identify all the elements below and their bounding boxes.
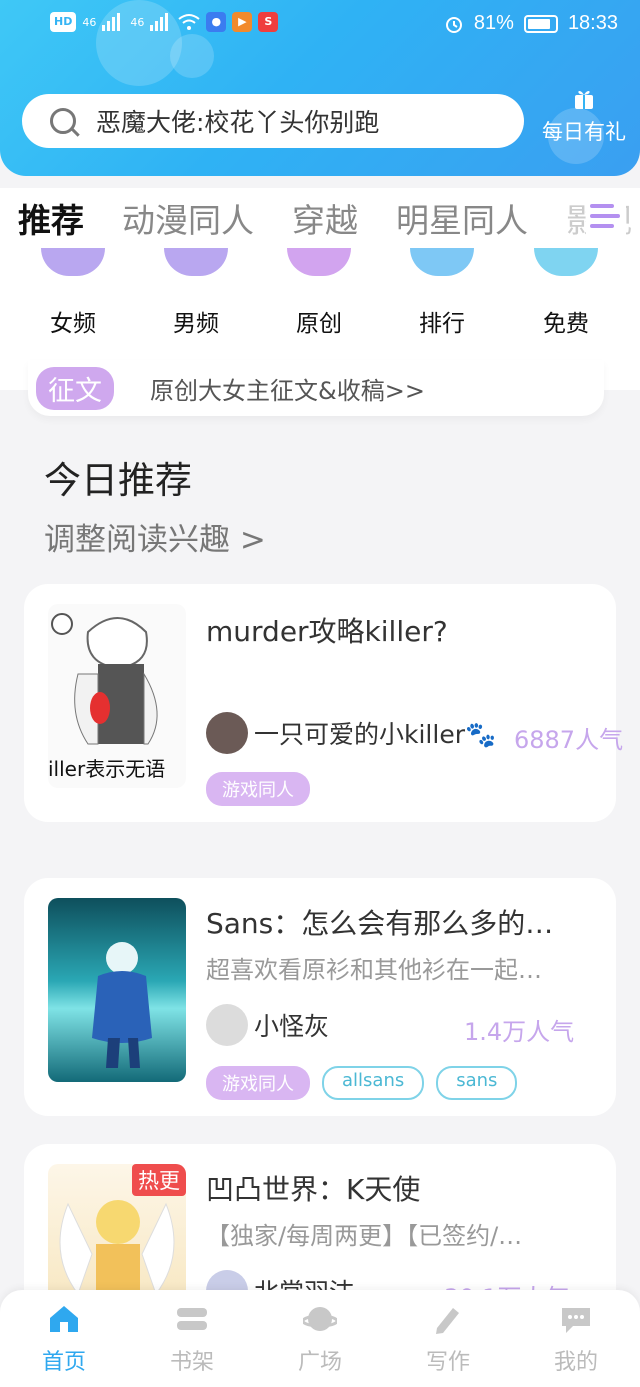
nav-label: 书架 xyxy=(169,1350,214,1375)
book-desc: 超喜欢看原衫和其他衫在一起… xyxy=(206,956,542,984)
tab-anime[interactable]: 动漫同人 xyxy=(122,194,254,242)
cover-illustration xyxy=(92,942,152,1068)
nav-label: 写作 xyxy=(425,1350,470,1375)
book-cover: iller表示无语 xyxy=(48,604,186,788)
nav-home[interactable]: 首页 xyxy=(14,1302,114,1376)
planet-icon xyxy=(303,1307,337,1331)
book-title: 凹凸世界：K天使 xyxy=(206,1173,421,1206)
author-name: 一只可爱的小killer🐾 xyxy=(254,720,497,749)
cover-caption: iller表示无语 xyxy=(48,757,166,781)
popularity: 1.4万人气 xyxy=(464,1018,575,1046)
tab-time-travel[interactable]: 穿越 xyxy=(292,194,358,242)
nav-bookshelf[interactable]: 书架 xyxy=(142,1302,242,1376)
tag[interactable]: 游戏同人 xyxy=(206,1066,310,1100)
category-label: 原创 xyxy=(296,311,342,337)
daily-gift-button[interactable]: 每日有礼 xyxy=(536,86,632,146)
nav-label: 广场 xyxy=(297,1350,342,1375)
home-icon xyxy=(50,1306,78,1332)
header: HD 46 46 ● ▶ S 81% 18:33 恶魔大佬:校花丫头你别跑 每日… xyxy=(0,0,640,176)
hot-update-badge: 热更 xyxy=(132,1164,186,1196)
section-title: 今日推荐 xyxy=(44,459,192,502)
category-original[interactable]: 原创 xyxy=(274,248,364,338)
search-icon xyxy=(50,108,76,134)
video-app-icon: ▶ xyxy=(232,12,253,32)
hd-badge: HD xyxy=(50,12,77,32)
category-label: 免费 xyxy=(543,311,589,337)
book-author[interactable]: 一只可爱的小killer🐾 xyxy=(206,712,496,754)
signal-icon xyxy=(102,13,121,31)
book-author[interactable]: 小怪灰 xyxy=(206,1004,329,1046)
pen-icon xyxy=(436,1308,459,1334)
tab-celebrity[interactable]: 明星同人 xyxy=(396,194,528,242)
nav-label: 我的 xyxy=(553,1350,598,1375)
category-label: 排行 xyxy=(419,311,465,337)
nav-mine[interactable]: 我的 xyxy=(526,1302,626,1376)
store-app-icon: S xyxy=(258,12,279,32)
category-ranking[interactable]: 排行 xyxy=(397,248,487,338)
search-placeholder: 恶魔大佬:校花丫头你别跑 xyxy=(96,108,380,137)
book-tags: 游戏同人 allsans sans xyxy=(206,1066,518,1100)
category-female[interactable]: 女频 xyxy=(28,248,118,338)
clock: 18:33 xyxy=(567,12,618,34)
category-tabs: 推荐 动漫同人 穿越 明星同人 影视 xyxy=(0,188,640,248)
contest-banner[interactable]: 征文 原创大女主征文&收稿>> xyxy=(28,360,604,416)
ranking-icon xyxy=(410,248,474,276)
search-bar[interactable]: 恶魔大佬:校花丫头你别跑 xyxy=(22,94,524,148)
wifi-icon xyxy=(178,14,200,30)
tag[interactable]: allsans xyxy=(322,1066,425,1100)
book-desc: 【独家/每周两更】【已签约/… xyxy=(206,1222,523,1250)
signal-label: 46 xyxy=(130,15,145,29)
book-cover xyxy=(48,898,186,1082)
app-notification-icon: ● xyxy=(206,12,227,32)
adjust-interest-link[interactable]: 调整阅读兴趣 > xyxy=(44,514,266,559)
contest-text: 原创大女主征文&收稿>> xyxy=(150,376,425,405)
original-icon xyxy=(287,248,351,276)
book-title: Sans：怎么会有那么多的… xyxy=(206,907,554,940)
avatar xyxy=(206,712,248,754)
alarm-icon xyxy=(445,16,462,33)
signal-label: 46 xyxy=(82,15,97,29)
contest-badge: 征文 xyxy=(36,366,114,410)
popularity: 6887人气 xyxy=(514,726,624,754)
daily-gift-label: 每日有礼 xyxy=(542,120,626,144)
category-male[interactable]: 男频 xyxy=(151,248,241,338)
battery-icon xyxy=(523,14,558,33)
tab-recommend[interactable]: 推荐 xyxy=(18,194,84,242)
menu-icon[interactable] xyxy=(586,196,626,236)
tag[interactable]: sans xyxy=(436,1066,518,1100)
book-card[interactable]: iller表示无语 murder攻略killer? 一只可爱的小killer🐾 … xyxy=(24,584,623,822)
book-title: murder攻略killer? xyxy=(206,615,448,648)
book-tags: 游戏同人 xyxy=(206,772,310,806)
signal-icon xyxy=(150,13,169,31)
nav-write[interactable]: 写作 xyxy=(398,1302,498,1376)
nav-plaza[interactable]: 广场 xyxy=(270,1302,370,1376)
status-bar: HD 46 46 ● ▶ S 81% 18:33 xyxy=(0,0,640,48)
battery-percent: 81% xyxy=(473,12,514,34)
gift-icon xyxy=(575,91,593,109)
male-icon xyxy=(164,248,228,276)
chat-icon xyxy=(562,1308,590,1333)
free-icon xyxy=(534,248,598,276)
bottom-nav: 首页 书架 广场 写作 我的 xyxy=(0,1290,640,1387)
bookshelf-icon xyxy=(177,1308,207,1330)
author-name: 小怪灰 xyxy=(254,1012,330,1041)
category-label: 男频 xyxy=(173,311,219,337)
category-label: 女频 xyxy=(50,311,96,337)
nav-label: 首页 xyxy=(41,1350,86,1375)
female-icon xyxy=(41,248,105,276)
tag[interactable]: 游戏同人 xyxy=(206,772,310,806)
avatar xyxy=(206,1004,248,1046)
book-card[interactable]: Sans：怎么会有那么多的… 超喜欢看原衫和其他衫在一起… 小怪灰 1.4万人气… xyxy=(24,878,616,1116)
category-free[interactable]: 免费 xyxy=(521,248,611,338)
